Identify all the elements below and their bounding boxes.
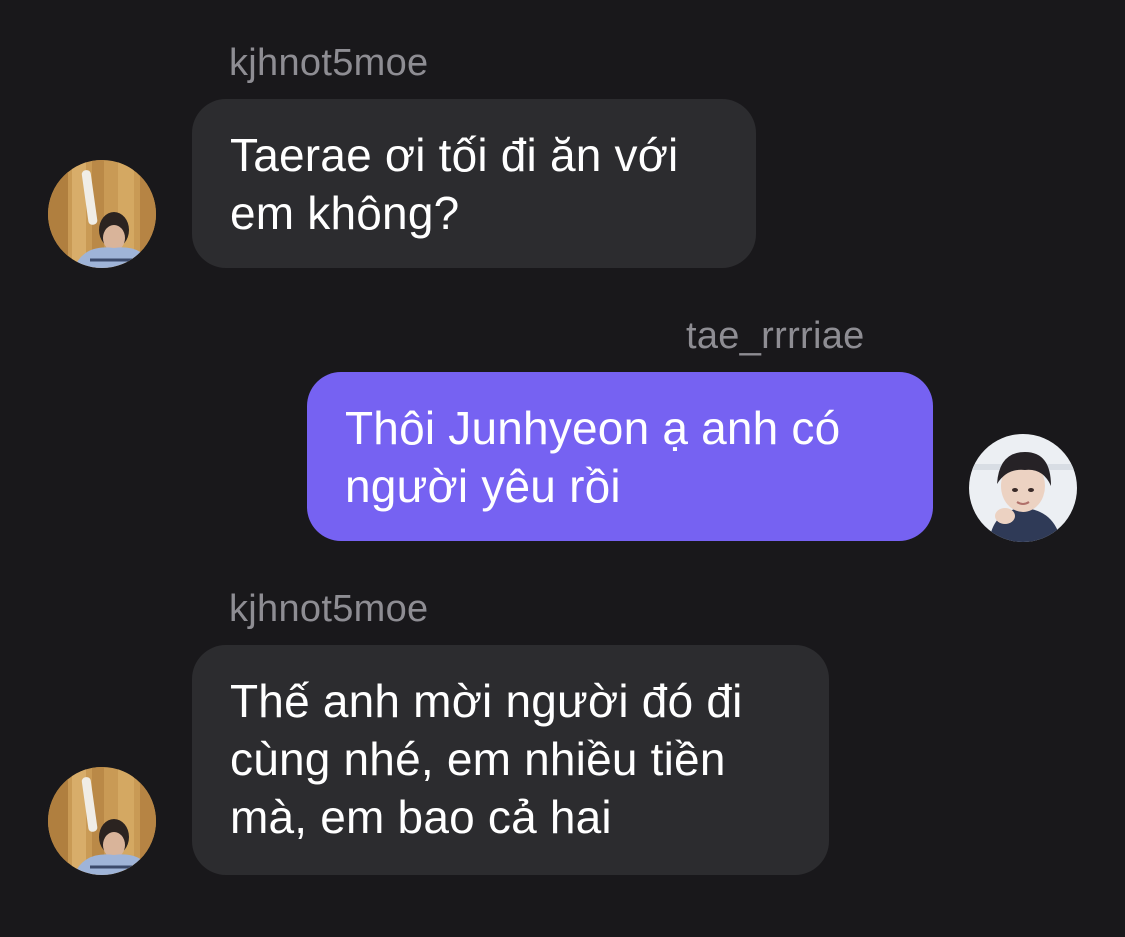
message-text-line: em không?	[230, 187, 460, 239]
message-text-line: Thế anh mời người đó đi	[230, 675, 743, 727]
message-text-line: người yêu rồi	[345, 460, 621, 512]
sender-avatar[interactable]	[48, 160, 156, 268]
message-bubble[interactable]: Taerae ơi tối đi ăn với em không?	[192, 99, 756, 268]
message-text-line: Thôi Junhyeon ạ anh có	[345, 402, 841, 454]
message-text-line: cùng nhé, em nhiều tiền	[230, 733, 726, 785]
message-bubble[interactable]: Thế anh mời người đó đi cùng nhé, em nhi…	[192, 645, 829, 875]
sender-name: tae_rrrriae	[686, 315, 865, 357]
sender-name: kjhnot5moe	[229, 42, 429, 84]
message-text-line: Taerae ơi tối đi ăn với	[230, 129, 679, 181]
sender-name: kjhnot5moe	[229, 588, 429, 630]
message-bubble[interactable]: Thôi Junhyeon ạ anh có người yêu rồi	[307, 372, 933, 541]
sender-avatar[interactable]	[969, 434, 1077, 542]
sender-avatar[interactable]	[48, 767, 156, 875]
message-text-line: mà, em bao cả hai	[230, 791, 612, 843]
